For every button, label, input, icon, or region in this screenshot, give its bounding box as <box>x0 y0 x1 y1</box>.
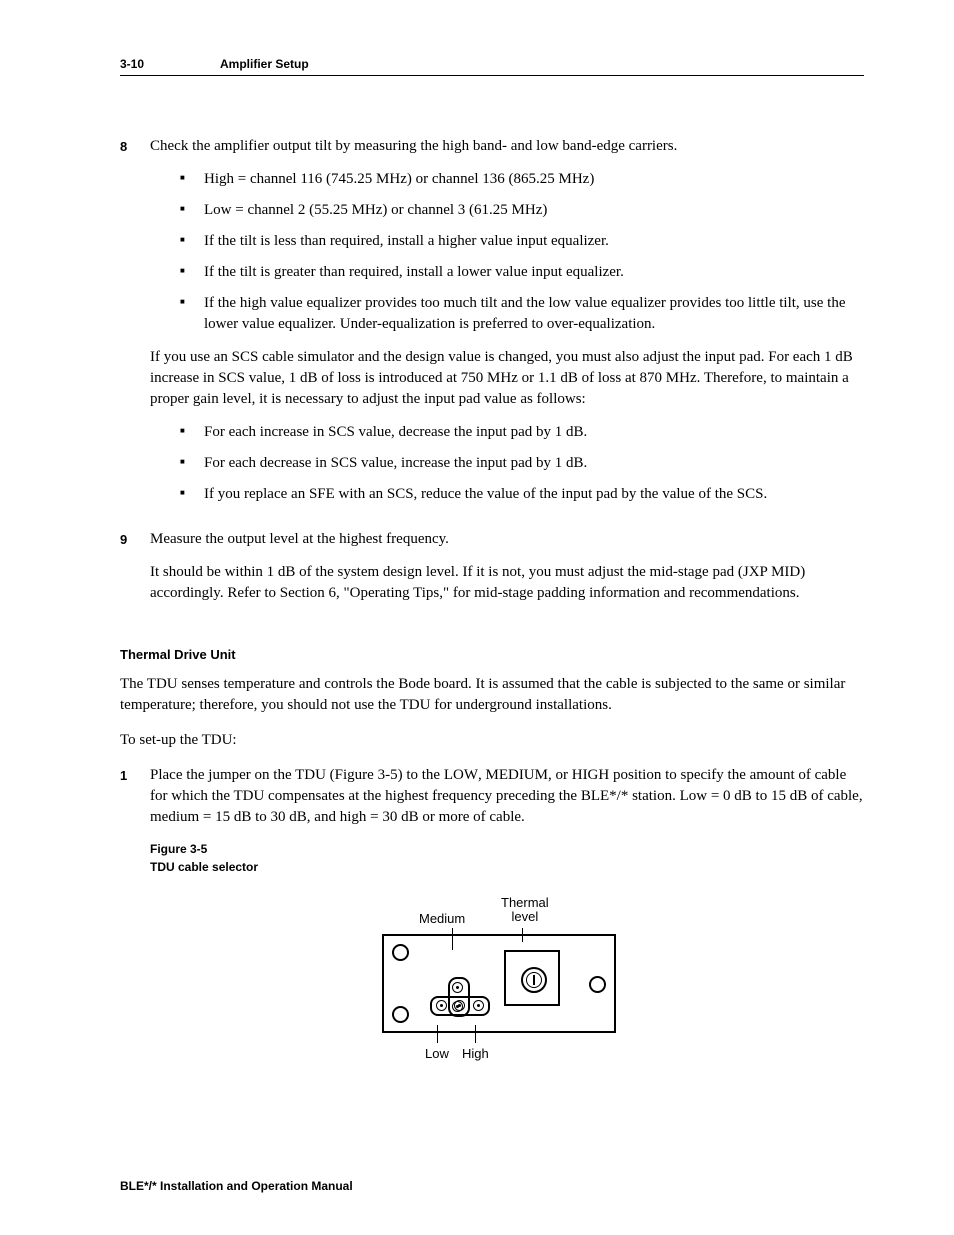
figure-label-high: High <box>462 1045 489 1063</box>
mounting-hole-icon <box>392 1006 409 1023</box>
list-item: If the tilt is greater than required, in… <box>180 262 864 283</box>
step-number: 9 <box>120 529 150 616</box>
subsection-title: Thermal Drive Unit <box>120 646 864 664</box>
thermal-level-pot <box>504 950 560 1006</box>
leader-line <box>475 1025 476 1043</box>
header: 3-10 Amplifier Setup <box>120 56 864 76</box>
section-title: Amplifier Setup <box>220 56 309 73</box>
page: 3-10 Amplifier Setup 8 Check the amplifi… <box>0 0 954 1235</box>
figure-caption: Figure 3-5 TDU cable selector <box>150 840 864 876</box>
list-item: For each decrease in SCS value, increase… <box>180 453 864 474</box>
step-number: 1 <box>120 765 150 1099</box>
page-number: 3-10 <box>120 56 220 73</box>
jumper-pins <box>430 996 490 1016</box>
bullet-list: For each increase in SCS value, decrease… <box>150 422 864 505</box>
step-text: Check the amplifier output tilt by measu… <box>150 136 864 157</box>
list-item: If the high value equalizer provides too… <box>180 293 864 335</box>
step-text: It should be within 1 dB of the system d… <box>150 562 864 604</box>
figure-label-low: Low <box>425 1045 449 1063</box>
mounting-hole-icon <box>392 944 409 961</box>
step-1: 1 Place the jumper on the TDU (Figure 3-… <box>120 765 864 1099</box>
step-9: 9 Measure the output level at the highes… <box>120 529 864 616</box>
tdu-board <box>382 934 616 1033</box>
footer-manual-title: BLE*/* Installation and Operation Manual <box>120 1178 353 1195</box>
list-item: For each increase in SCS value, decrease… <box>180 422 864 443</box>
list-item: High = channel 116 (745.25 MHz) or chann… <box>180 169 864 190</box>
list-item: Low = channel 2 (55.25 MHz) or channel 3… <box>180 200 864 221</box>
figure-label-medium: Medium <box>419 910 465 928</box>
step-text: If you use an SCS cable simulator and th… <box>150 347 864 410</box>
mounting-hole-icon <box>589 976 606 993</box>
figure-3-5: Medium Thermal level <box>150 900 864 1069</box>
list-item: If you replace an SFE with an SCS, reduc… <box>180 484 864 505</box>
leader-line <box>437 1025 438 1043</box>
step-number: 8 <box>120 136 150 517</box>
step-8: 8 Check the amplifier output tilt by mea… <box>120 136 864 517</box>
bullet-list: High = channel 116 (745.25 MHz) or chann… <box>150 169 864 335</box>
list-item: If the tilt is less than required, insta… <box>180 231 864 252</box>
figure-label-thermal-level: Thermal level <box>501 896 549 925</box>
body-text: The TDU senses temperature and controls … <box>120 674 864 716</box>
step-text: Place the jumper on the TDU (Figure 3-5)… <box>150 765 864 828</box>
body-text: To set-up the TDU: <box>120 730 864 751</box>
step-text: Measure the output level at the highest … <box>150 529 864 550</box>
